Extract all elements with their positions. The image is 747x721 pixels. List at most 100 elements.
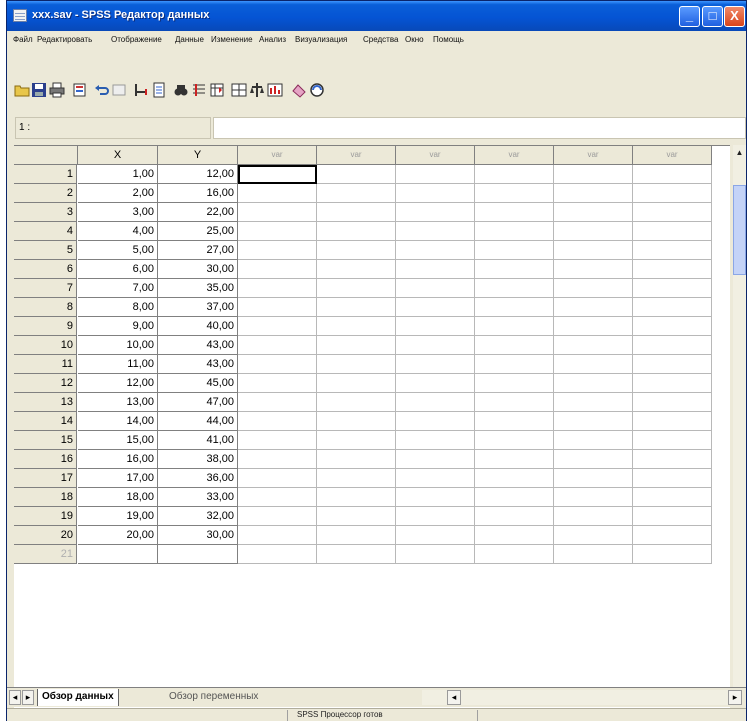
column-header-var[interactable]: var xyxy=(238,146,317,165)
empty-cell[interactable] xyxy=(238,469,317,488)
cell-y[interactable]: 16,00 xyxy=(158,184,238,203)
scroll-left-icon[interactable]: ◂ xyxy=(447,690,461,705)
empty-cell[interactable] xyxy=(554,184,633,203)
empty-cell[interactable] xyxy=(317,545,396,564)
column-header-y[interactable]: Y xyxy=(158,146,238,165)
empty-cell[interactable] xyxy=(238,507,317,526)
row-number-cell[interactable]: 6 xyxy=(14,260,77,279)
split-file-icon[interactable] xyxy=(231,82,247,98)
cell-y[interactable]: 25,00 xyxy=(158,222,238,241)
empty-cell[interactable] xyxy=(238,412,317,431)
empty-cell[interactable] xyxy=(238,317,317,336)
empty-cell[interactable] xyxy=(238,336,317,355)
empty-cell[interactable] xyxy=(554,165,633,184)
save-icon[interactable] xyxy=(31,82,47,98)
tab-prev-icon[interactable]: ◂ xyxy=(9,690,21,705)
empty-cell[interactable] xyxy=(475,184,554,203)
maximize-button[interactable]: □ xyxy=(702,6,723,27)
empty-cell[interactable] xyxy=(633,165,712,184)
empty-cell[interactable] xyxy=(633,298,712,317)
empty-cell[interactable] xyxy=(238,488,317,507)
empty-cell[interactable] xyxy=(633,184,712,203)
menu-data[interactable]: Данные xyxy=(175,35,204,44)
empty-cell[interactable] xyxy=(633,469,712,488)
menu-analyze[interactable]: Анализ xyxy=(259,35,286,44)
cell-y[interactable]: 47,00 xyxy=(158,393,238,412)
insert-case-icon[interactable] xyxy=(191,82,207,98)
cell-x[interactable]: 17,00 xyxy=(78,469,158,488)
empty-cell[interactable] xyxy=(396,279,475,298)
cell-y[interactable]: 27,00 xyxy=(158,241,238,260)
cell-x[interactable]: 3,00 xyxy=(78,203,158,222)
column-header-var[interactable]: var xyxy=(554,146,633,165)
scroll-right-icon[interactable]: ▸ xyxy=(728,690,742,705)
empty-cell[interactable] xyxy=(238,545,317,564)
empty-cell[interactable] xyxy=(554,279,633,298)
empty-cell[interactable] xyxy=(317,298,396,317)
row-number-cell[interactable]: 12 xyxy=(14,374,77,393)
empty-cell[interactable] xyxy=(633,412,712,431)
empty-cell[interactable] xyxy=(475,298,554,317)
empty-cell[interactable] xyxy=(475,469,554,488)
cell-y[interactable]: 37,00 xyxy=(158,298,238,317)
cell-x[interactable]: 12,00 xyxy=(78,374,158,393)
row-number-cell[interactable]: 5 xyxy=(14,241,77,260)
cell-y[interactable]: 40,00 xyxy=(158,317,238,336)
row-number-cell[interactable]: 14 xyxy=(14,412,77,431)
row-number-cell[interactable]: 17 xyxy=(14,469,77,488)
column-header-var[interactable]: var xyxy=(396,146,475,165)
cell-x[interactable]: 7,00 xyxy=(78,279,158,298)
open-icon[interactable] xyxy=(14,82,30,98)
cell-x[interactable]: 11,00 xyxy=(78,355,158,374)
menu-utilities[interactable]: Средства xyxy=(363,35,398,44)
print-icon[interactable] xyxy=(49,82,65,98)
empty-cell[interactable] xyxy=(317,165,396,184)
empty-cell[interactable] xyxy=(317,203,396,222)
empty-cell[interactable] xyxy=(396,355,475,374)
cell-x[interactable]: 6,00 xyxy=(78,260,158,279)
weight-cases-icon[interactable] xyxy=(249,82,265,98)
empty-cell[interactable] xyxy=(396,545,475,564)
empty-cell[interactable] xyxy=(633,203,712,222)
empty-cell[interactable] xyxy=(317,317,396,336)
select-cases-icon[interactable] xyxy=(267,82,283,98)
row-number-cell[interactable]: 18 xyxy=(14,488,77,507)
empty-cell[interactable] xyxy=(475,336,554,355)
empty-cell[interactable] xyxy=(554,203,633,222)
empty-cell[interactable] xyxy=(396,469,475,488)
empty-cell[interactable] xyxy=(317,336,396,355)
empty-cell[interactable] xyxy=(554,298,633,317)
empty-cell[interactable] xyxy=(475,355,554,374)
cell-x[interactable]: 4,00 xyxy=(78,222,158,241)
menu-window[interactable]: Окно xyxy=(405,35,424,44)
empty-cell[interactable] xyxy=(554,412,633,431)
empty-cell[interactable] xyxy=(238,374,317,393)
find-icon[interactable] xyxy=(173,82,189,98)
empty-cell[interactable] xyxy=(238,184,317,203)
minimize-button[interactable]: _ xyxy=(679,6,700,27)
empty-cell[interactable] xyxy=(633,393,712,412)
menu-graphs[interactable]: Визуализация xyxy=(295,35,347,44)
row-number-cell[interactable]: 15 xyxy=(14,431,77,450)
empty-cell[interactable] xyxy=(554,393,633,412)
menu-file[interactable]: Файл xyxy=(13,35,33,44)
empty-cell[interactable] xyxy=(633,507,712,526)
menu-edit[interactable]: Редактировать xyxy=(37,35,92,44)
empty-cell[interactable] xyxy=(317,488,396,507)
value-labels-icon[interactable] xyxy=(291,82,307,98)
dialog-recall-icon[interactable] xyxy=(72,82,88,98)
cell-y[interactable]: 45,00 xyxy=(158,374,238,393)
tab-variable-view[interactable]: Обзор переменных xyxy=(165,689,262,706)
cell-x[interactable]: 8,00 xyxy=(78,298,158,317)
empty-cell[interactable] xyxy=(396,450,475,469)
empty-cell[interactable] xyxy=(554,507,633,526)
empty-cell[interactable] xyxy=(633,488,712,507)
row-number-cell[interactable]: 9 xyxy=(14,317,77,336)
goto-case-icon[interactable] xyxy=(133,82,149,98)
empty-cell[interactable] xyxy=(554,222,633,241)
column-header-x[interactable]: X xyxy=(78,146,158,165)
cell-x[interactable]: 2,00 xyxy=(78,184,158,203)
row-number-cell[interactable]: 13 xyxy=(14,393,77,412)
empty-cell[interactable] xyxy=(317,412,396,431)
cell-y[interactable]: 35,00 xyxy=(158,279,238,298)
